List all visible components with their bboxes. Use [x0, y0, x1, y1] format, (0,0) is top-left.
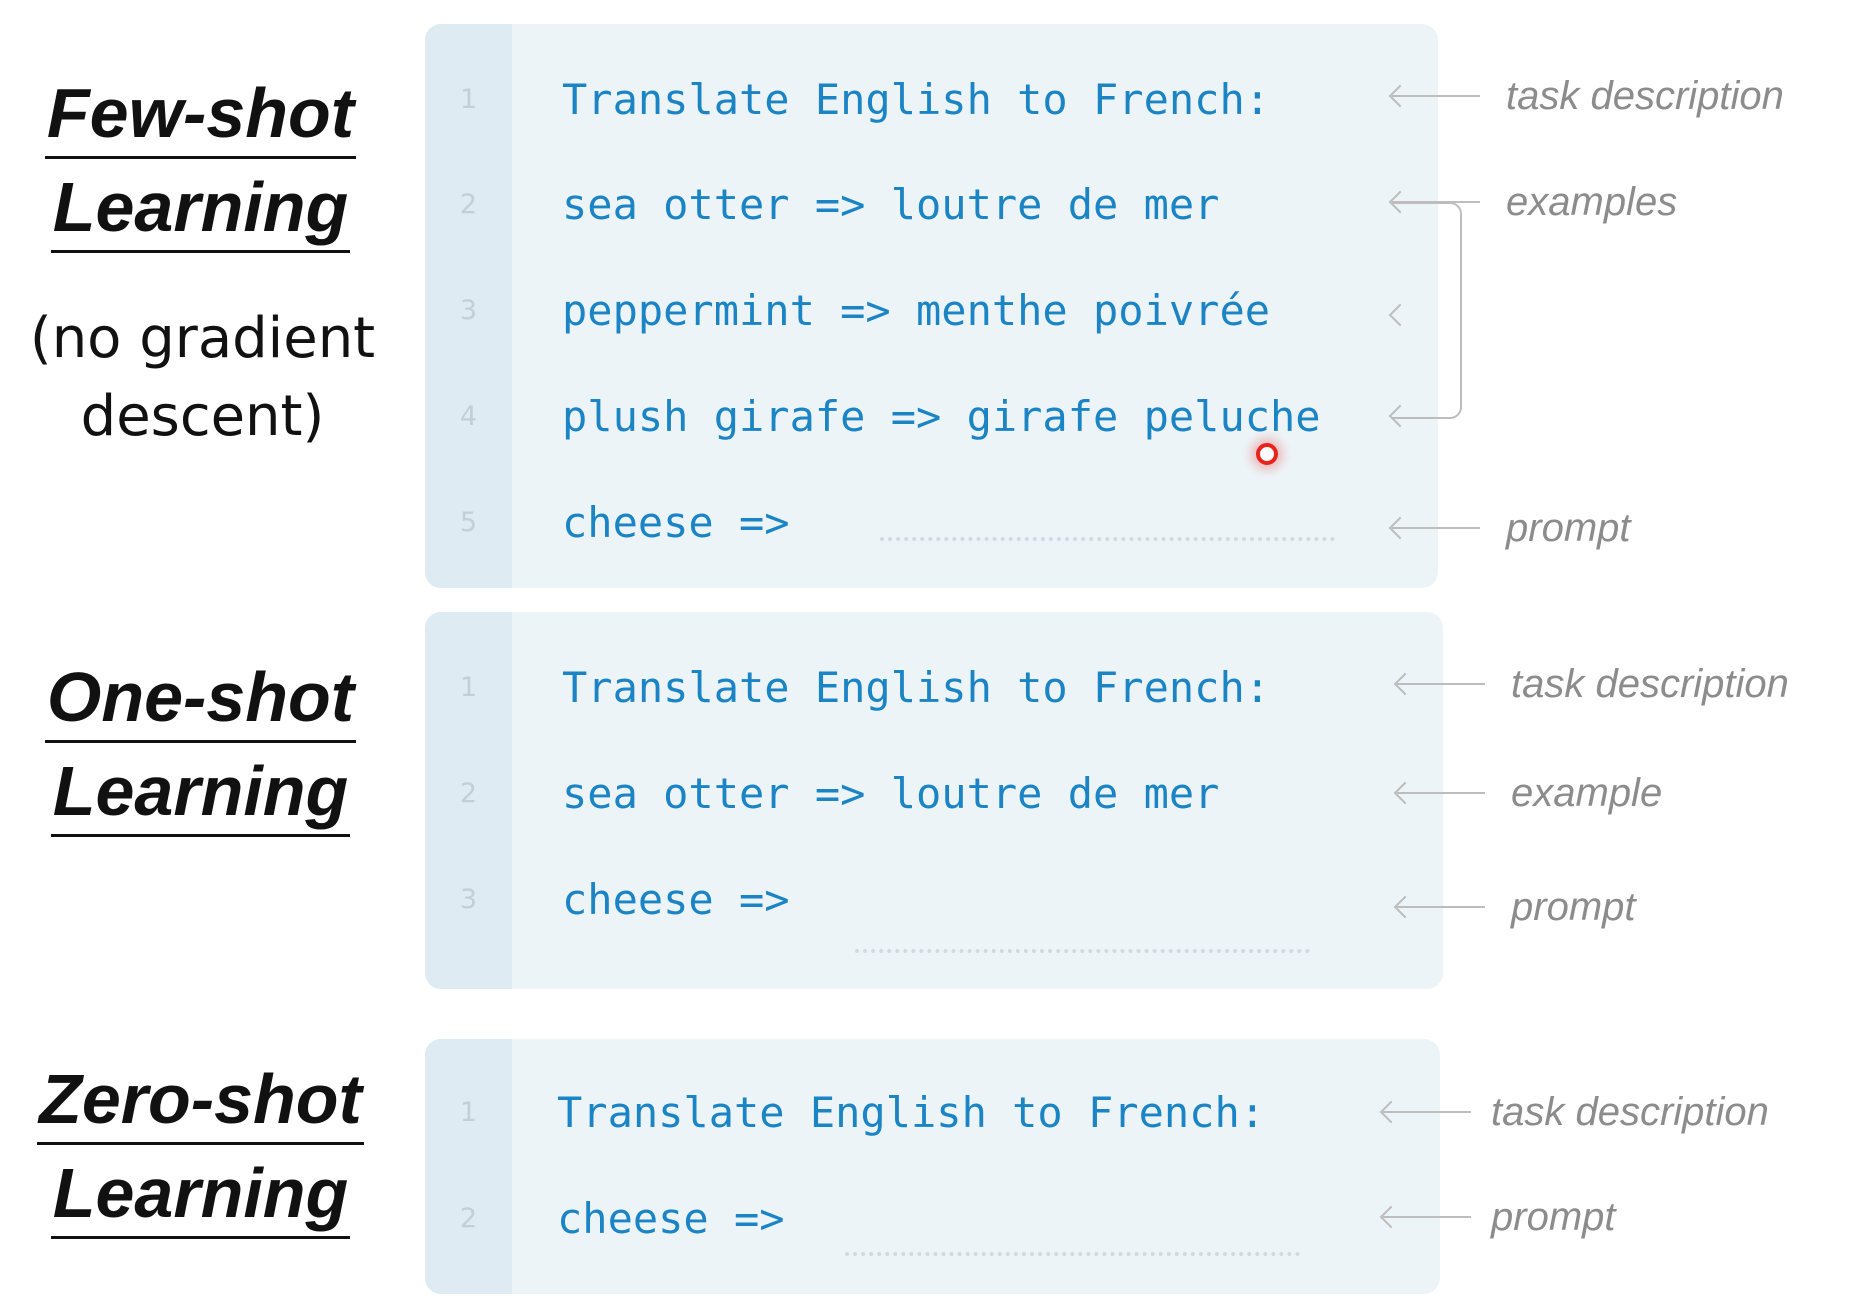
code-line: 4 plush girafe => girafe peluche [425, 387, 1438, 447]
annotation-example-arrow [1388, 290, 1462, 340]
code-line: 1 Translate English to French: [425, 1083, 1440, 1143]
few-shot-title-second: Learning [28, 172, 373, 253]
cursor-dot-icon [1256, 443, 1278, 465]
code-line: 3 peppermint => menthe poivrée [425, 281, 1438, 341]
annotation-label: prompt [1491, 1195, 1616, 1239]
line-number: 2 [459, 1203, 478, 1234]
line-number: 3 [459, 884, 478, 915]
zero-shot-title-second: Learning [28, 1158, 373, 1239]
line-number: 1 [459, 672, 478, 703]
code-line: 2 cheese => [425, 1189, 1440, 1249]
zero-shot-code-panel: 1 Translate English to French: 2 cheese … [425, 1039, 1440, 1294]
few-shot-code-panel: 1 Translate English to French: 2 sea ott… [425, 24, 1438, 588]
line-number: 2 [459, 189, 478, 220]
annotation-label: task description [1511, 662, 1789, 706]
code-line: 5 cheese => [425, 493, 1438, 553]
code-line: 2 sea otter => loutre de mer [425, 764, 1443, 824]
zero-shot-title: Zero-shot [28, 1064, 373, 1145]
one-shot-title: One-shot [28, 662, 373, 743]
few-shot-title-line2: Learning [50, 172, 351, 253]
line-number: 1 [459, 84, 478, 115]
left-arrow-icon [1388, 404, 1412, 428]
one-shot-title-line1: One-shot [44, 662, 357, 743]
line-number: 5 [459, 507, 478, 538]
code-line: 1 Translate English to French: [425, 70, 1438, 130]
code-text: Translate English to French: [557, 1088, 1266, 1137]
annotation-label: task description [1491, 1090, 1769, 1134]
annotation-label: prompt [1506, 506, 1631, 550]
zero-shot-title-line2: Learning [50, 1158, 351, 1239]
annotation-label: example [1511, 771, 1663, 815]
annotation-label: task description [1506, 74, 1784, 118]
one-shot-code-panel: 1 Translate English to French: 2 sea ott… [425, 612, 1443, 989]
code-line: 1 Translate English to French: [425, 658, 1443, 718]
code-text: plush girafe => girafe peluche [562, 392, 1321, 441]
annotation-example-arrow [1388, 391, 1462, 441]
line-number: 4 [459, 401, 478, 432]
code-text: peppermint => menthe poivrée [562, 286, 1271, 335]
code-text: cheese => [557, 1194, 785, 1243]
answer-blank [845, 1252, 1300, 1256]
code-text: Translate English to French: [562, 663, 1271, 712]
code-text: sea otter => loutre de mer [562, 769, 1220, 818]
code-text: sea otter => loutre de mer [562, 180, 1220, 229]
left-arrow-icon [1388, 303, 1412, 327]
zero-shot-title-line1: Zero-shot [37, 1064, 364, 1145]
code-text: Translate English to French: [562, 75, 1271, 124]
line-number: 2 [459, 778, 478, 809]
few-shot-title: Few-shot [28, 78, 373, 159]
answer-blank [855, 949, 1310, 953]
one-shot-title-second: Learning [28, 756, 373, 837]
few-shot-note-line1: (no gradient [29, 306, 376, 371]
few-shot-note: (no gradient descent) [20, 300, 385, 456]
code-line: 2 sea otter => loutre de mer [425, 175, 1438, 235]
few-shot-title-line1: Few-shot [44, 78, 357, 159]
line-number: 3 [459, 295, 478, 326]
code-line: 3 cheese => [425, 870, 1443, 930]
answer-blank [880, 537, 1335, 541]
one-shot-title-line2: Learning [50, 756, 351, 837]
code-text: cheese => [562, 875, 790, 924]
line-number-gutter [425, 1039, 512, 1294]
annotation-label: prompt [1511, 885, 1636, 929]
annotation-label: examples [1506, 180, 1678, 224]
few-shot-note-line2: descent) [80, 384, 325, 449]
line-number: 1 [459, 1097, 478, 1128]
code-text: cheese => [562, 498, 790, 547]
